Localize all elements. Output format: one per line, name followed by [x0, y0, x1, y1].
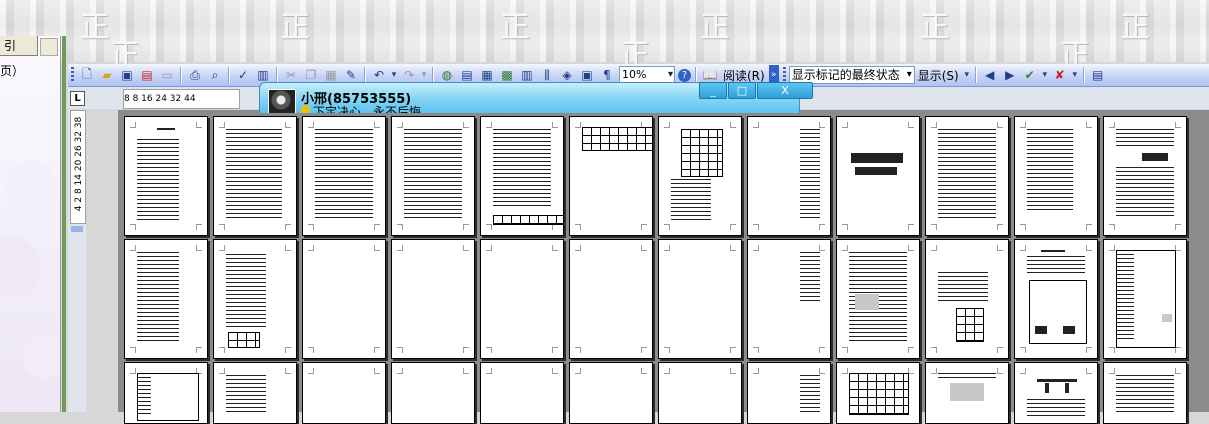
document-page[interactable] [391, 362, 475, 424]
vertical-ruler-marker [71, 226, 83, 232]
maximize-button[interactable]: □ [728, 82, 756, 99]
toolbar-grip[interactable] [782, 67, 786, 83]
document-page[interactable] [391, 116, 475, 236]
document-page[interactable] [480, 239, 564, 359]
document-page[interactable] [569, 116, 653, 236]
document-page[interactable] [925, 116, 1009, 236]
document-page[interactable] [658, 116, 742, 236]
document-page[interactable] [747, 116, 831, 236]
new-document-icon[interactable]: 🗋 [78, 66, 96, 84]
document-page[interactable] [836, 362, 920, 424]
next-change-icon[interactable]: ▶ [1001, 66, 1019, 84]
read-button[interactable]: 阅读(R) [720, 67, 768, 84]
document-page[interactable] [658, 362, 742, 424]
document-page[interactable] [213, 239, 297, 359]
vertical-ruler-ticks: 4 2 8 14 20 26 32 38 [74, 116, 84, 212]
status-icon [301, 105, 310, 113]
document-page[interactable] [1014, 362, 1098, 424]
horizontal-ruler[interactable]: 8 8 16 24 32 44 [123, 89, 240, 109]
document-page[interactable] [124, 239, 208, 359]
watermark: 正 [1120, 10, 1150, 45]
reject-change-icon[interactable]: ✘ [1051, 66, 1069, 84]
chevron-down-icon[interactable]: ▾ [1071, 66, 1079, 84]
toolbar-separator [364, 67, 366, 83]
reviewing-pane-icon[interactable]: ▤ [1089, 66, 1107, 84]
document-page[interactable] [213, 116, 297, 236]
toolbar-separator [228, 67, 230, 83]
document-page[interactable] [391, 239, 475, 359]
avatar[interactable] [268, 89, 296, 113]
document-page[interactable] [302, 239, 386, 359]
previous-change-icon[interactable]: ◀ [981, 66, 999, 84]
document-page[interactable] [1103, 362, 1187, 424]
document-page[interactable] [836, 116, 920, 236]
save-icon[interactable]: ▣ [118, 66, 136, 84]
watermark: 正 [80, 10, 110, 45]
email-icon[interactable]: ▭ [158, 66, 176, 84]
toolbar-separator [1082, 67, 1085, 83]
document-page[interactable] [1103, 116, 1187, 236]
toolbar-separator [180, 67, 182, 83]
document-page[interactable] [302, 116, 386, 236]
document-pages-area[interactable] [118, 110, 1209, 424]
document-page[interactable] [925, 239, 1009, 359]
toolbar-separator [974, 67, 977, 83]
document-page[interactable] [1014, 239, 1098, 359]
document-page[interactable] [836, 239, 920, 359]
watermark: 正 [280, 10, 310, 45]
window-controls: _ □ X [698, 82, 813, 99]
watermark: 正 [500, 10, 530, 45]
contact-signature: 下定决心，永不后悔 [313, 105, 422, 113]
watermark: 正 [700, 10, 730, 45]
document-page[interactable] [480, 116, 564, 236]
document-page[interactable] [569, 239, 653, 359]
document-page[interactable] [569, 362, 653, 424]
toolbar-grip[interactable] [71, 67, 74, 83]
document-page[interactable] [213, 362, 297, 424]
spelling-icon[interactable]: ✓ [234, 66, 252, 84]
document-page[interactable] [925, 362, 1009, 424]
document-page[interactable] [480, 362, 564, 424]
left-navigation-panel: 引 页） [0, 36, 61, 412]
document-page[interactable] [747, 239, 831, 359]
show-menu-button[interactable]: 显示(S) [915, 67, 962, 84]
toolbar-separator [432, 67, 434, 83]
window-background: 正 正 正 正 正 正 正 正 正 [0, 0, 1209, 73]
close-button[interactable]: X [757, 82, 813, 99]
document-page[interactable] [747, 362, 831, 424]
document-page[interactable] [1103, 239, 1187, 359]
document-page[interactable] [124, 362, 208, 424]
permission-icon[interactable]: ▤ [138, 66, 156, 84]
left-panel-tab[interactable]: 引 [0, 36, 38, 56]
help-icon[interactable]: ? [678, 68, 691, 82]
vertical-ruler-bar: 4 2 8 14 20 26 32 38 [68, 110, 86, 412]
toolbar-separator [276, 67, 278, 83]
chevron-down-icon[interactable]: ▾ [1041, 66, 1049, 84]
left-panel-text: 页） [0, 64, 25, 78]
window-frame-border [62, 36, 66, 412]
tab-selector[interactable]: L [70, 91, 85, 106]
toolbar-separator [695, 67, 697, 83]
accept-change-icon[interactable]: ✔ [1021, 66, 1039, 84]
open-folder-icon[interactable]: ▰ [98, 66, 116, 84]
document-page[interactable] [1014, 116, 1098, 236]
document-page[interactable] [124, 116, 208, 236]
minimize-button[interactable]: _ [699, 82, 727, 99]
chevron-down-icon[interactable]: ▾ [963, 66, 971, 84]
print-preview-icon[interactable]: ⌕ [206, 66, 224, 84]
watermark: 正 [920, 10, 950, 45]
vertical-ruler[interactable]: 4 2 8 14 20 26 32 38 [70, 110, 86, 224]
document-page[interactable] [302, 362, 386, 424]
document-page[interactable] [658, 239, 742, 359]
print-icon[interactable]: ⎙ [186, 66, 204, 84]
left-panel-tab-button[interactable] [40, 38, 58, 56]
